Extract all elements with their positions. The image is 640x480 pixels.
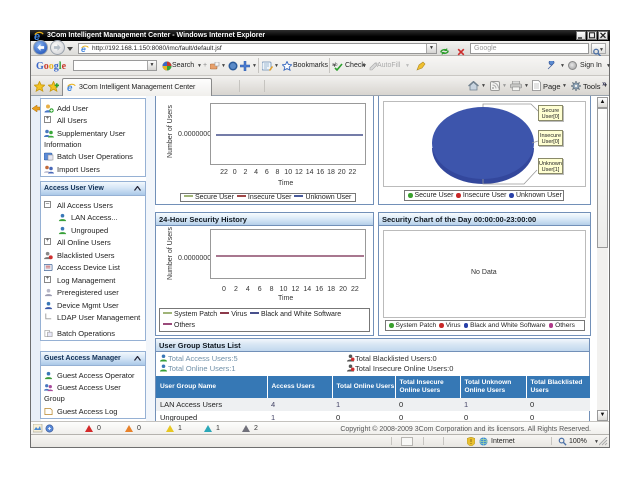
svg-text:18: 18 (327, 286, 335, 293)
svg-text:8: 8 (276, 169, 280, 176)
svg-text:4: 4 (246, 286, 250, 293)
svg-text:0: 0 (222, 286, 226, 293)
svg-text:4: 4 (254, 169, 258, 176)
svg-text:20: 20 (338, 169, 346, 176)
svg-text:18: 18 (327, 169, 335, 176)
svg-text:22: 22 (351, 286, 359, 293)
svg-text:10: 10 (280, 286, 288, 293)
svg-text:8: 8 (270, 286, 274, 293)
svg-text:14: 14 (303, 286, 311, 293)
svg-text:2: 2 (234, 286, 238, 293)
svg-text:20: 20 (339, 286, 347, 293)
svg-text:12: 12 (292, 286, 300, 293)
svg-text:22: 22 (349, 169, 357, 176)
svg-text:16: 16 (316, 169, 324, 176)
svg-text:ab: ab (332, 62, 338, 68)
svg-text:22: 22 (220, 169, 228, 176)
svg-text:14: 14 (306, 169, 314, 176)
svg-text:10: 10 (284, 169, 292, 176)
svg-text:0: 0 (233, 169, 237, 176)
svg-text:2: 2 (243, 169, 247, 176)
svg-text:16: 16 (315, 286, 323, 293)
svg-text:6: 6 (265, 169, 269, 176)
svg-text:12: 12 (295, 169, 303, 176)
svg-text:6: 6 (258, 286, 262, 293)
